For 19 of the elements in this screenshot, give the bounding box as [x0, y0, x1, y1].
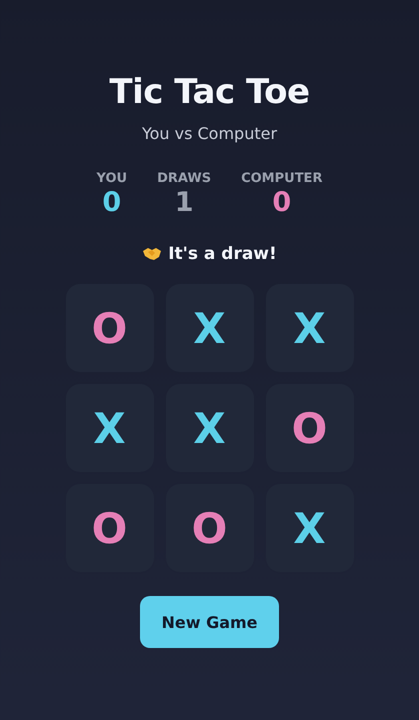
board-cell[interactable]: X: [266, 484, 354, 572]
board-cell[interactable]: O: [266, 384, 354, 472]
board-cell[interactable]: X: [166, 384, 254, 472]
score-label: DRAWS: [157, 171, 212, 186]
score-label: COMPUTER: [241, 171, 322, 186]
score-value: 0: [102, 188, 122, 218]
game-title: Tic Tac Toe: [109, 72, 310, 112]
new-game-button[interactable]: New Game: [140, 596, 279, 648]
board-cell[interactable]: O: [66, 484, 154, 572]
score-value: 0: [272, 188, 292, 218]
board-cell[interactable]: X: [66, 384, 154, 472]
board-cell[interactable]: X: [266, 284, 354, 372]
status-message: It's a draw!: [168, 244, 277, 264]
score-label: YOU: [96, 171, 128, 186]
board-cell[interactable]: X: [166, 284, 254, 372]
subtitle: You vs Computer: [142, 124, 278, 143]
score-value: 1: [174, 188, 194, 218]
board-cell[interactable]: O: [166, 484, 254, 572]
board-cell[interactable]: O: [66, 284, 154, 372]
